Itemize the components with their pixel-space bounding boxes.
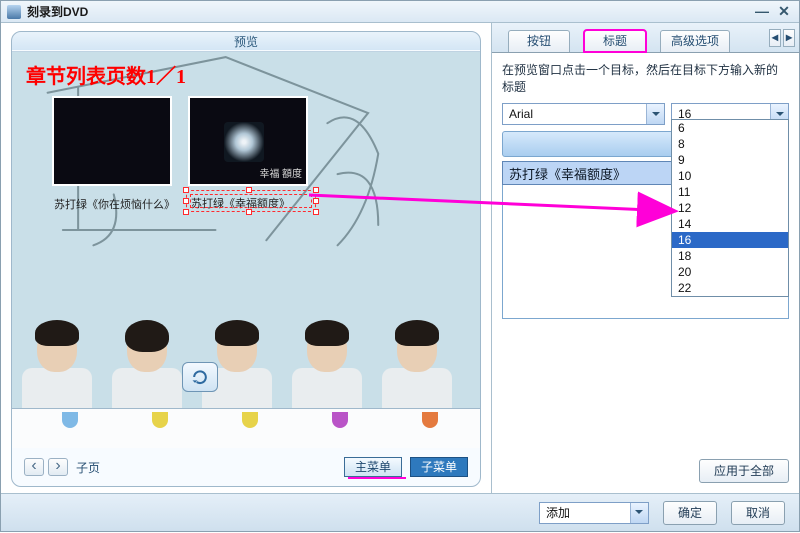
resize-handle[interactable] [183, 209, 189, 215]
add-combo[interactable]: 添加 [539, 502, 649, 524]
font-family-value: Arial [503, 107, 646, 121]
people-illustration [12, 288, 480, 448]
apply-all-button[interactable]: 应用于全部 [699, 459, 789, 483]
resize-handle[interactable] [246, 187, 252, 193]
close-button[interactable]: ✕ [775, 5, 793, 19]
table-edge [12, 408, 480, 448]
size-option[interactable]: 9 [672, 152, 788, 168]
pager-next[interactable]: › [48, 458, 68, 476]
size-option[interactable]: 6 [672, 120, 788, 136]
chapter-thumb-2[interactable]: 幸福 額度 [188, 96, 308, 186]
menu-tab-main[interactable]: 主菜单 [344, 457, 402, 477]
chapter-counter-overlay: 章节列表页数1／1 [26, 60, 186, 89]
body: 预览 章节列表页数1／1 [1, 23, 799, 493]
size-option[interactable]: 11 [672, 184, 788, 200]
pager-label: 子页 [72, 459, 104, 476]
font-size-dropdown[interactable]: 6 8 9 10 11 12 14 16 18 20 22 [671, 119, 789, 297]
font-family-combo[interactable]: Arial [502, 103, 665, 125]
ok-button[interactable]: 确定 [663, 501, 717, 525]
tab-title[interactable]: 标题 [584, 30, 646, 52]
preview-frame: 预览 章节列表页数1／1 [11, 31, 481, 487]
size-option[interactable]: 12 [672, 200, 788, 216]
resize-handle[interactable] [313, 209, 319, 215]
chevron-down-icon[interactable] [630, 503, 648, 523]
menu-tab-sub[interactable]: 子菜单 [410, 457, 468, 477]
pager: ‹ › 子页 [24, 458, 104, 476]
back-button[interactable] [182, 362, 218, 392]
chevron-down-icon[interactable] [646, 104, 664, 124]
resize-handle[interactable] [183, 187, 189, 193]
app-window: 刻录到DVD — ✕ 预览 [0, 0, 800, 532]
thumb-caption-inset: 幸福 額度 [260, 169, 303, 180]
window-title: 刻录到DVD [27, 3, 749, 20]
properties-panel: 按钮 标题 高级选项 ◂ ▸ 在预览窗口点击一个目标，然后在目标下方输入新的标题… [491, 23, 799, 493]
hint-text: 在预览窗口点击一个目标，然后在目标下方输入新的标题 [492, 53, 799, 103]
preview-footer: ‹ › 子页 主菜单 子菜单 [12, 448, 480, 486]
size-option[interactable]: 14 [672, 216, 788, 232]
tab-buttons[interactable]: 按钮 [508, 30, 570, 52]
tab-scroll-left[interactable]: ◂ [769, 29, 781, 47]
titlebar: 刻录到DVD — ✕ [1, 1, 799, 23]
size-option-selected[interactable]: 16 [672, 232, 788, 248]
resize-handle[interactable] [313, 198, 319, 204]
add-label: 添加 [540, 504, 630, 521]
cancel-button[interactable]: 取消 [731, 501, 785, 525]
size-option[interactable]: 10 [672, 168, 788, 184]
resize-handle[interactable] [313, 187, 319, 193]
size-option[interactable]: 18 [672, 248, 788, 264]
app-icon [7, 5, 21, 19]
chapter-caption-1[interactable]: 苏打绿《你在烦恼什么》 [54, 196, 175, 212]
thumb-glow [224, 122, 264, 162]
tab-advanced[interactable]: 高级选项 [660, 30, 730, 52]
preview-header: 预览 [12, 32, 480, 52]
selection-outline-inner [190, 194, 312, 208]
properties-tabs: 按钮 标题 高级选项 ◂ ▸ [492, 23, 799, 53]
resize-handle[interactable] [246, 209, 252, 215]
bottom-bar: 添加 确定 取消 [1, 493, 799, 531]
tab-scroll: ◂ ▸ [769, 29, 795, 47]
chapter-thumb-1[interactable] [52, 96, 172, 186]
apply-row: 应用于全部 [492, 451, 799, 493]
size-option[interactable]: 22 [672, 280, 788, 296]
size-option[interactable]: 8 [672, 136, 788, 152]
preview-panel: 预览 章节列表页数1／1 [1, 23, 491, 493]
undo-icon [190, 368, 210, 386]
pager-prev[interactable]: ‹ [24, 458, 44, 476]
resize-handle[interactable] [183, 198, 189, 204]
size-option[interactable]: 20 [672, 264, 788, 280]
minimize-button[interactable]: — [753, 5, 771, 19]
tab-scroll-right[interactable]: ▸ [783, 29, 795, 47]
annotation-underline [348, 477, 406, 479]
preview-canvas[interactable]: 章节列表页数1／1 幸福 額度 苏打绿《你在烦恼什么》 苏打绿《幸福额度》 [12, 52, 480, 448]
